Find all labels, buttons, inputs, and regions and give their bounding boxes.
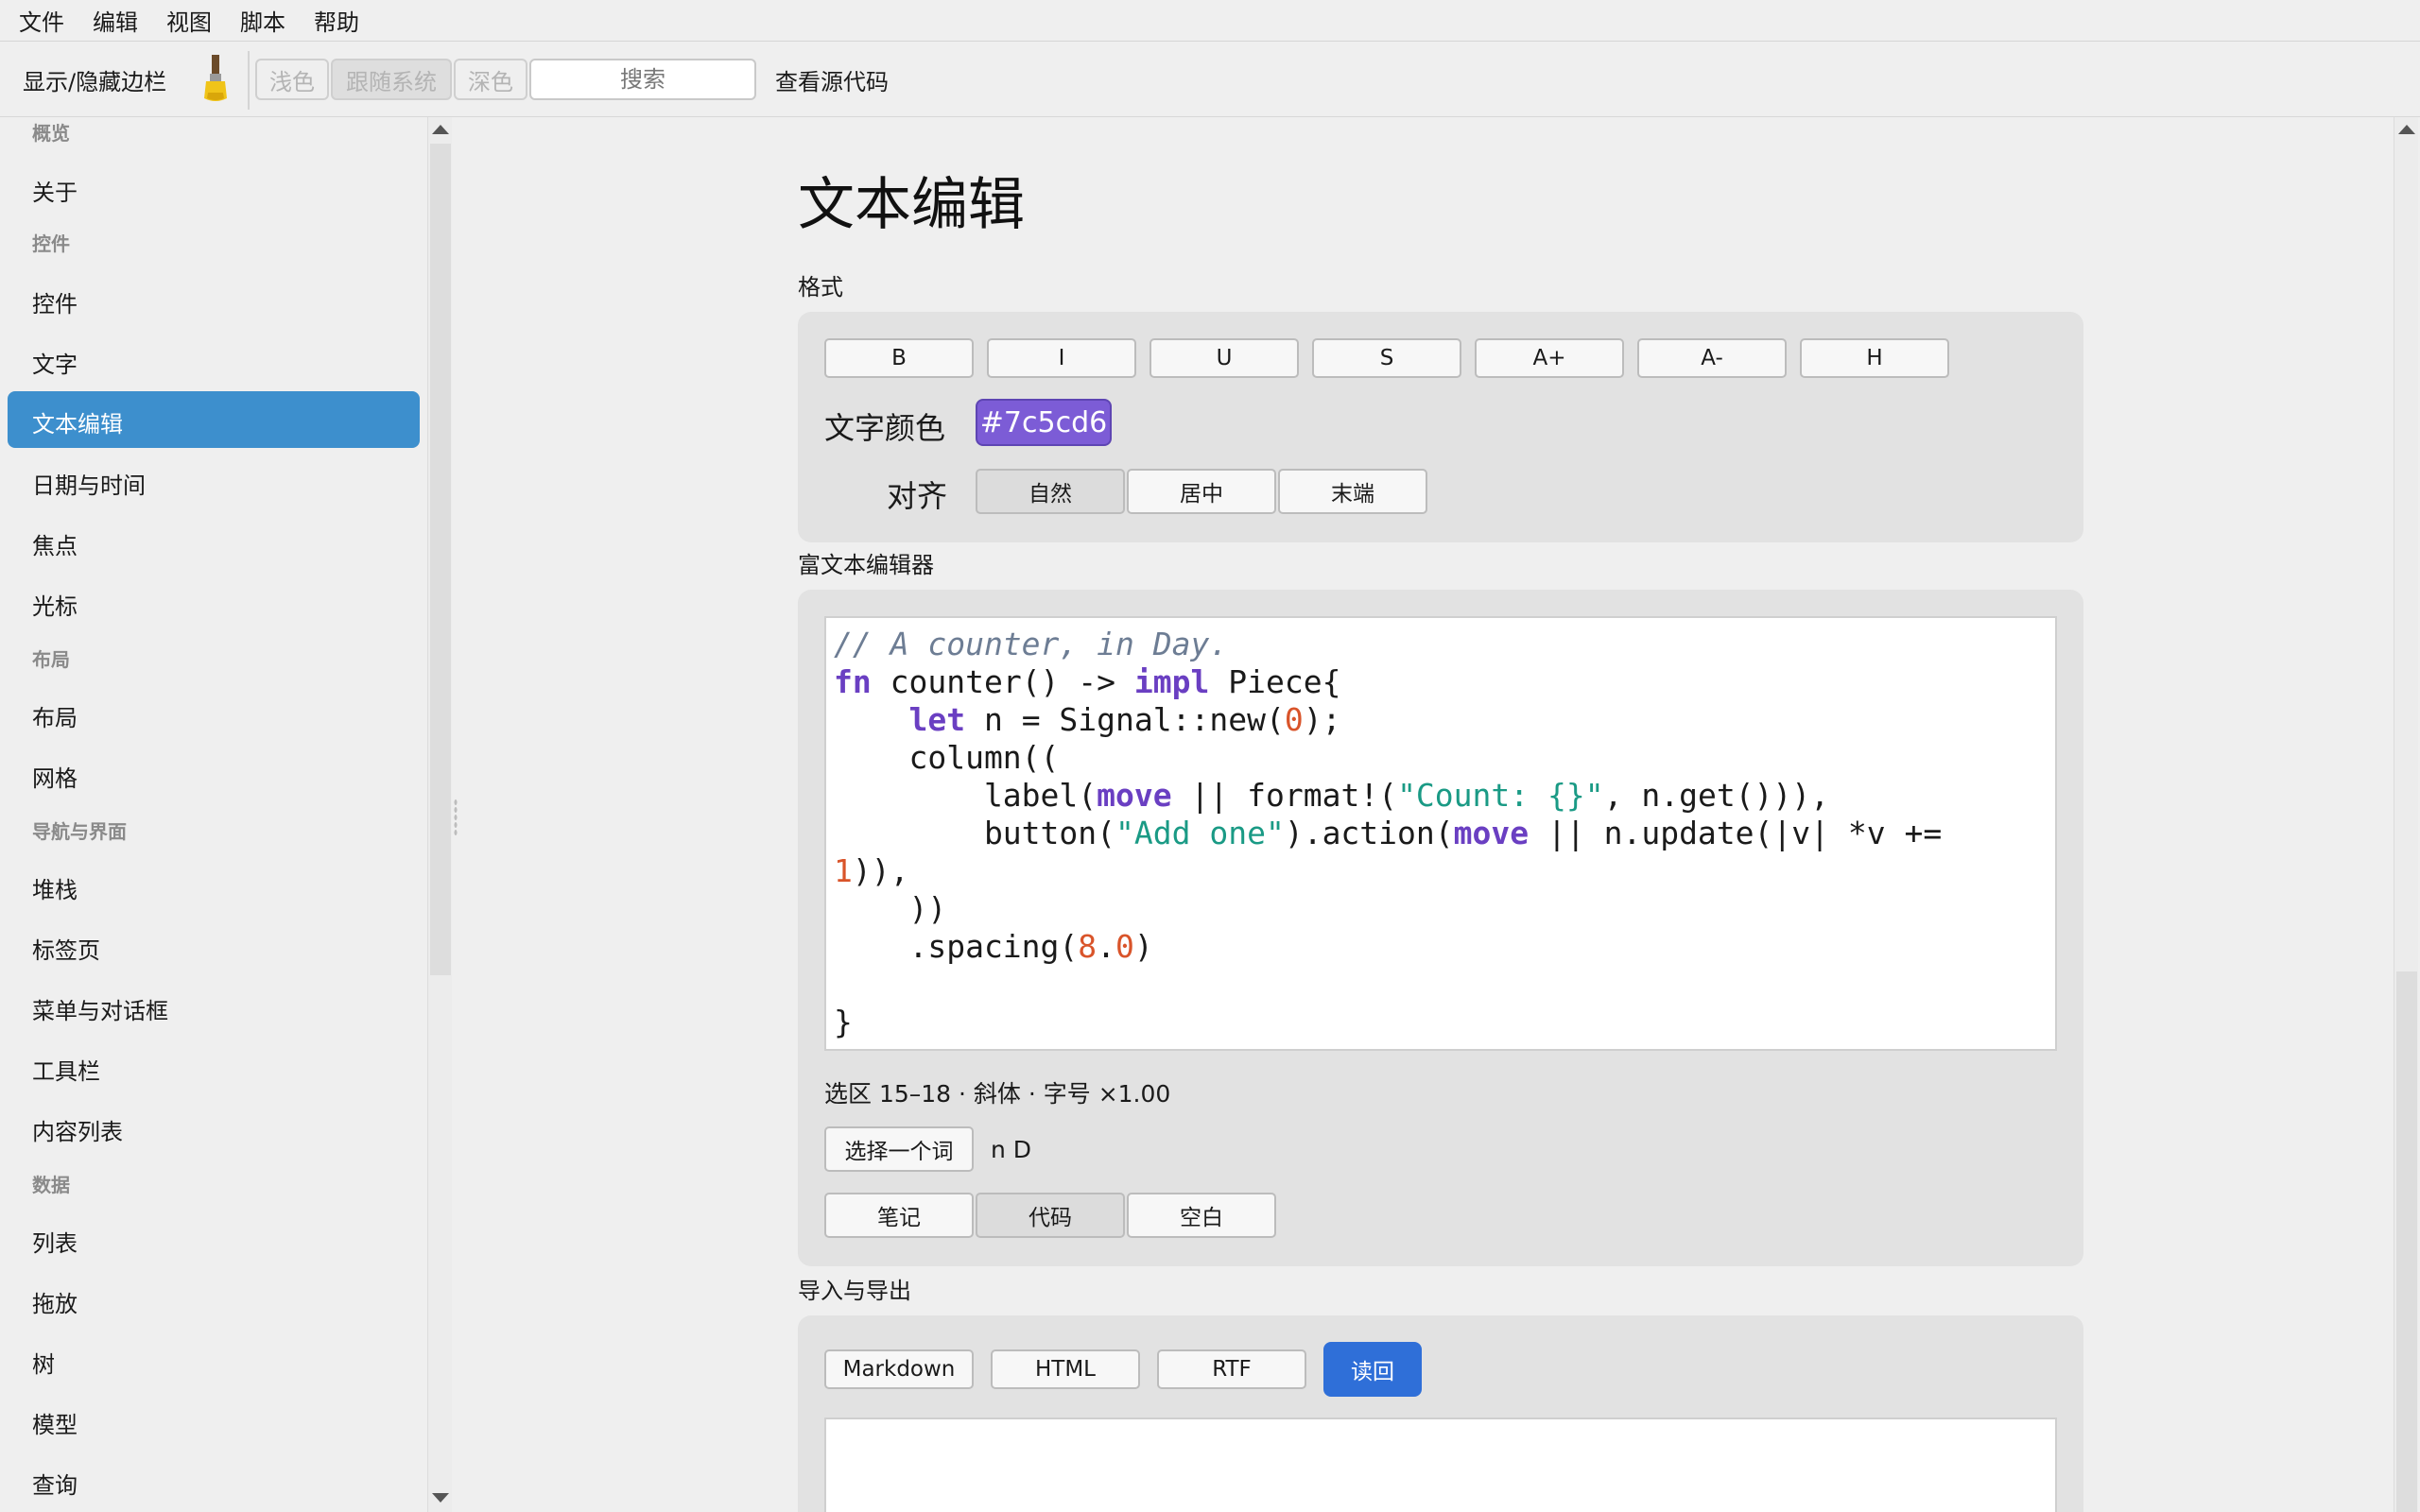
strikethrough-button[interactable]: S [1312,338,1461,378]
rich-editor-section-label: 富文本编辑器 [798,552,934,578]
sidebar-item-tree[interactable]: 树 [32,1346,55,1379]
menu-bar: 文件 编辑 视图 脚本 帮助 [0,0,2420,42]
sidebar-item-tabs[interactable]: 标签页 [32,932,100,965]
sidebar-item-list[interactable]: 列表 [32,1225,78,1258]
menu-help[interactable]: 帮助 [314,4,359,37]
bold-button[interactable]: B [824,338,974,378]
paint-brush-icon[interactable] [200,55,231,104]
underline-button[interactable]: U [1150,338,1299,378]
sidebar: 概览 关于 控件 控件 文字 文本编辑 日期与时间 焦点 光标 布局 布局 网格… [0,117,427,1512]
sidebar-item-about[interactable]: 关于 [32,174,78,207]
scroll-up-icon[interactable] [2398,125,2415,134]
align-label: 对齐 [887,478,948,514]
read-back-button[interactable]: 读回 [1323,1342,1422,1397]
preset-notes-button[interactable]: 笔记 [824,1193,974,1238]
sidebar-item-model[interactable]: 模型 [32,1406,78,1439]
sidebar-scrollbar[interactable] [427,117,452,1512]
content-scroll-thumb[interactable] [2396,971,2417,1512]
theme-system-button[interactable]: 跟随系统 [331,59,452,100]
preset-blank-button[interactable]: 空白 [1127,1193,1276,1238]
theme-light-button[interactable]: 浅色 [255,59,329,100]
sidebar-item-stack[interactable]: 堆栈 [32,871,78,904]
sidebar-item-menus[interactable]: 菜单与对话框 [32,992,168,1025]
main-content: 文本编辑 格式 B I U S A+ A- H 文字颜色 #7c5cd6 对齐 … [454,117,2392,1512]
scroll-up-icon[interactable] [432,125,449,134]
highlight-button[interactable]: H [1800,338,1949,378]
io-card: Markdown HTML RTF 读回 [798,1315,2083,1512]
text-color-label: 文字颜色 [824,410,946,446]
export-html-button[interactable]: HTML [991,1349,1140,1389]
sidebar-item-controls[interactable]: 控件 [32,285,78,318]
sidebar-item-cursor[interactable]: 光标 [32,588,78,621]
sidebar-item-toolbar[interactable]: 工具栏 [32,1053,100,1086]
sidebar-item-query[interactable]: 查询 [32,1467,78,1500]
scroll-down-icon[interactable] [432,1493,449,1503]
sidebar-item-datetime[interactable]: 日期与时间 [32,467,146,500]
font-smaller-button[interactable]: A- [1637,338,1787,378]
sidebar-item-focus[interactable]: 焦点 [32,527,78,560]
menu-script[interactable]: 脚本 [240,4,285,37]
io-section-label: 导入与导出 [798,1278,911,1304]
text-color-picker[interactable]: #7c5cd6 [976,399,1112,446]
sidebar-item-text[interactable]: 文字 [32,346,78,379]
sidebar-item-grid[interactable]: 网格 [32,760,78,793]
menu-view[interactable]: 视图 [166,4,212,37]
sidebar-section-overview: 概览 [32,122,70,145]
editor-status-text: 选区 15–18 · 斜体 · 字号 ×1.00 [824,1080,1171,1108]
export-rtf-button[interactable]: RTF [1157,1349,1306,1389]
toolbar: 显示/隐藏边栏 浅色 跟随系统 深色 查看源代码 [0,42,2420,117]
format-section-label: 格式 [798,274,843,301]
selection-preview-text: n D [991,1136,1032,1163]
select-word-button[interactable]: 选择一个词 [824,1126,974,1172]
export-output-area[interactable] [824,1418,2057,1512]
sidebar-item-label: 文本编辑 [32,411,123,438]
search-input[interactable] [529,59,756,100]
code-editor[interactable]: // A counter, in Day. fn counter() -> im… [824,616,2057,1051]
preset-code-button[interactable]: 代码 [976,1193,1125,1238]
sidebar-item-content-list[interactable]: 内容列表 [32,1113,123,1146]
sidebar-item-text-edit[interactable]: 文本编辑 [8,391,420,448]
rich-editor-card: // A counter, in Day. fn counter() -> im… [798,590,2083,1266]
menu-edit[interactable]: 编辑 [93,4,138,37]
sidebar-section-nav: 导航与界面 [32,820,127,843]
toolbar-separator [248,51,250,110]
sidebar-scroll-thumb[interactable] [430,144,451,975]
page-title: 文本编辑 [798,172,1025,238]
sidebar-section-layout: 布局 [32,648,70,671]
align-end-button[interactable]: 末端 [1278,469,1427,514]
sidebar-item-dragdrop[interactable]: 拖放 [32,1285,78,1318]
export-markdown-button[interactable]: Markdown [824,1349,974,1389]
theme-dark-button[interactable]: 深色 [454,59,527,100]
align-natural-button[interactable]: 自然 [976,469,1125,514]
toggle-sidebar-button[interactable]: 显示/隐藏边栏 [23,42,166,117]
content-scrollbar[interactable] [2394,117,2418,1512]
sidebar-item-layout[interactable]: 布局 [32,699,78,732]
italic-button[interactable]: I [987,338,1136,378]
sidebar-section-data: 数据 [32,1174,70,1196]
font-bigger-button[interactable]: A+ [1475,338,1624,378]
format-card: B I U S A+ A- H 文字颜色 #7c5cd6 对齐 自然 居中 末端 [798,312,2083,542]
view-source-button[interactable]: 查看源代码 [775,42,889,117]
menu-file[interactable]: 文件 [19,4,64,37]
code-text: // A counter, in Day. fn counter() -> im… [834,626,1943,1040]
align-center-button[interactable]: 居中 [1127,469,1276,514]
sidebar-section-controls: 控件 [32,232,70,255]
